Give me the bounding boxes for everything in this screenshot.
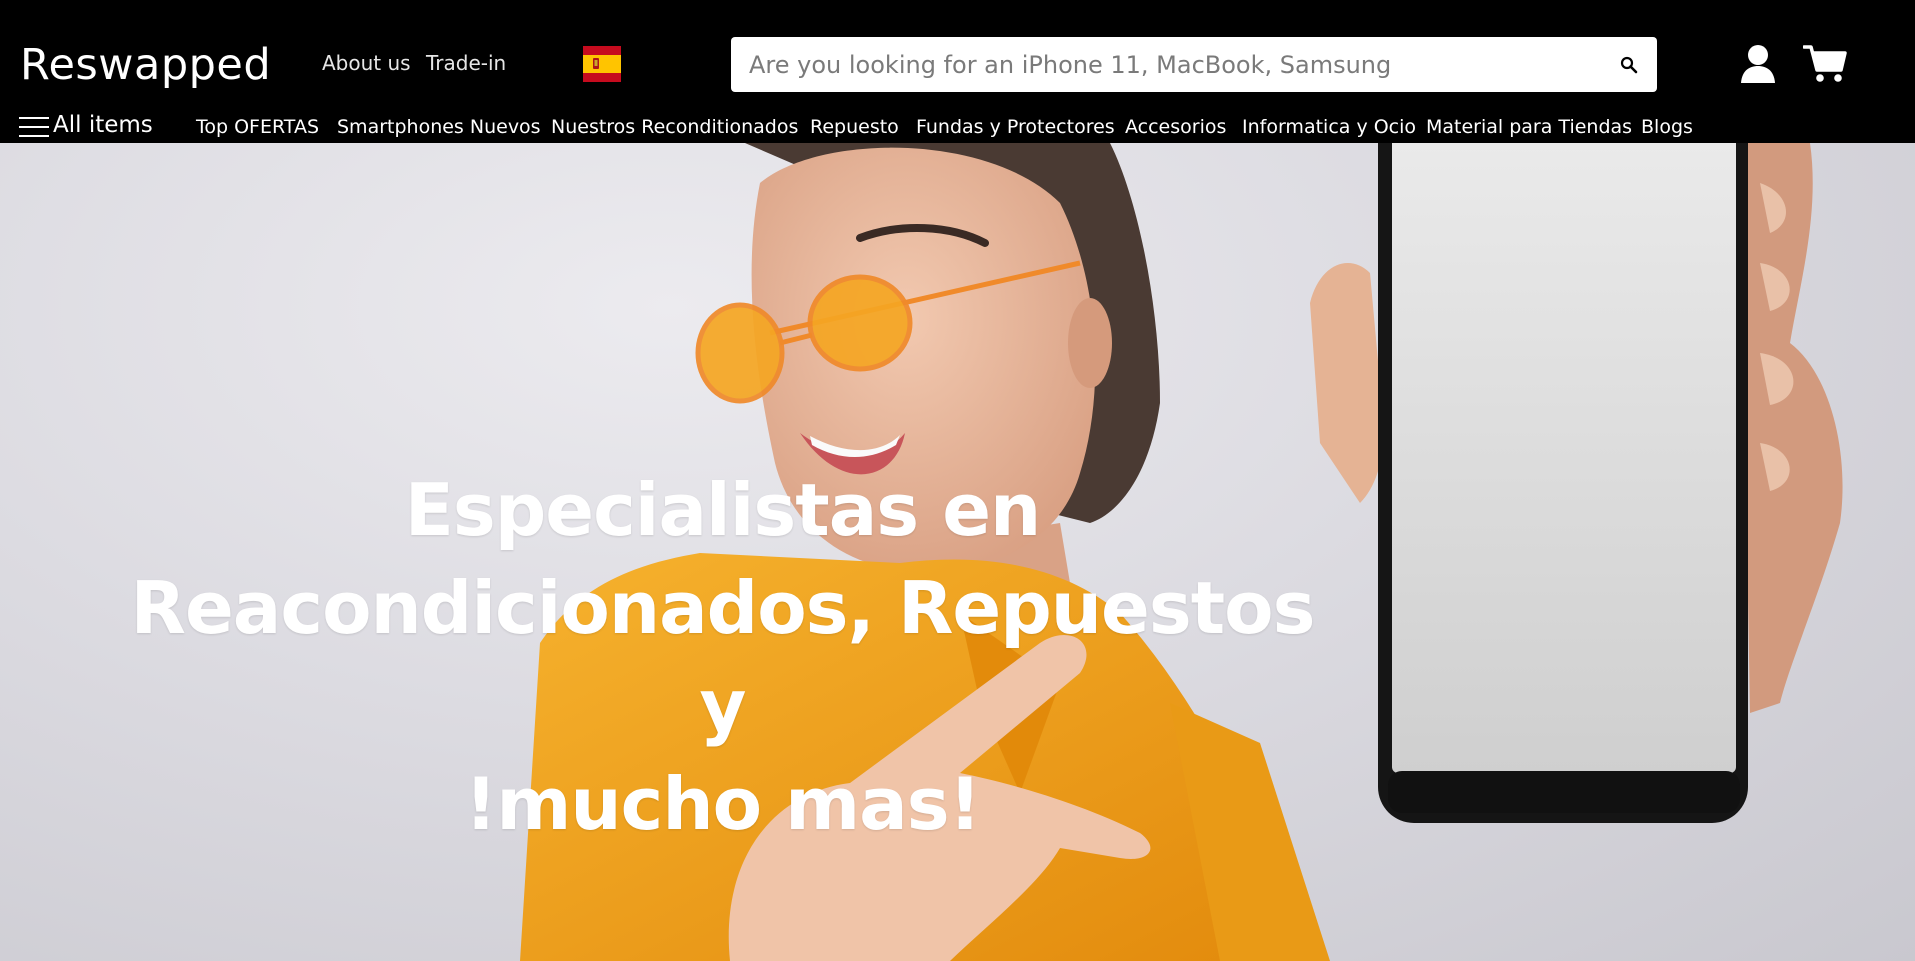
- main-navigation: All items Top OFERTAS Smartphones Nuevos…: [0, 110, 1915, 143]
- search-icon[interactable]: [1619, 55, 1639, 75]
- nav-item-material-tiendas[interactable]: Material para Tiendas: [1426, 116, 1632, 138]
- all-items-label: All items: [53, 112, 153, 138]
- shopping-cart-icon[interactable]: [1803, 44, 1847, 84]
- nav-item-repuesto[interactable]: Repuesto: [810, 116, 899, 138]
- trade-in-link[interactable]: Trade-in: [426, 51, 506, 75]
- nav-item-accesorios[interactable]: Accesorios: [1125, 116, 1226, 138]
- search-input[interactable]: [731, 37, 1601, 92]
- hero-headline: Especialistas en Reacondicionados, Repue…: [120, 461, 1325, 853]
- hamburger-menu-icon: [19, 117, 49, 137]
- hero-headline-line-1: Especialistas en: [404, 468, 1042, 552]
- nav-item-reacondicionados[interactable]: Nuestros Reconditionados: [551, 116, 798, 138]
- site-header: Reswapped About us Trade-in Are you look…: [0, 0, 1915, 143]
- hero-headline-line-2: Reacondicionados, Repuestos y: [130, 566, 1316, 748]
- nav-item-blogs[interactable]: Blogs: [1641, 116, 1693, 138]
- nav-item-top-ofertas[interactable]: Top OFERTAS: [196, 116, 319, 138]
- nav-item-fundas-protectores[interactable]: Fundas y Protectores: [916, 116, 1115, 138]
- site-logo[interactable]: Reswapped: [20, 40, 271, 90]
- nav-item-informatica-ocio[interactable]: Informatica y Ocio: [1242, 116, 1416, 138]
- nav-item-smartphones-nuevos[interactable]: Smartphones Nuevos: [337, 116, 541, 138]
- hero-headline-line-3: !mucho mas!: [464, 762, 982, 846]
- user-account-icon[interactable]: [1740, 44, 1776, 84]
- about-us-link[interactable]: About us: [322, 51, 411, 75]
- search-bar: [731, 37, 1657, 92]
- spain-flag-icon[interactable]: [583, 46, 621, 82]
- hero-banner: Especialistas en Reacondicionados, Repue…: [0, 143, 1915, 961]
